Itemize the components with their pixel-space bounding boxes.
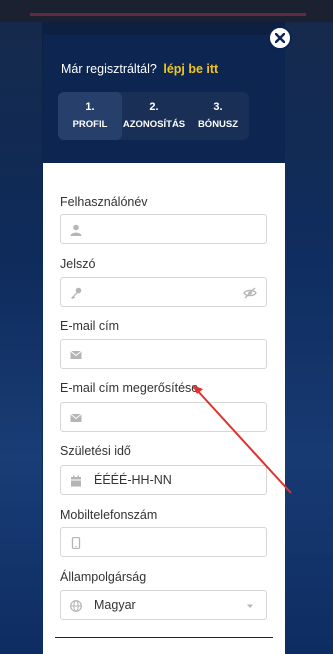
eye-slash-icon[interactable] (243, 286, 257, 299)
form-divider (55, 637, 273, 638)
login-prompt: Már regisztráltál? lépj be itt (61, 62, 218, 76)
birthdate-field[interactable]: ÉÉÉÉ-HH-NN (60, 465, 267, 495)
key-icon (70, 286, 82, 299)
username-field[interactable] (60, 214, 267, 244)
step-profile[interactable]: 1. PROFIL (58, 92, 122, 140)
email-label: E-mail cím (60, 319, 120, 333)
step-identification[interactable]: 2. AZONOSÍTÁS (122, 92, 186, 140)
login-prompt-text: Már regisztráltál? (61, 62, 157, 76)
citizenship-value: Magyar (94, 598, 136, 612)
step-label: AZONOSÍTÁS (122, 119, 186, 130)
backdrop-left-strip (0, 0, 42, 654)
registration-steps: 1. PROFIL 2. AZONOSÍTÁS 3. BÓNUSZ (58, 92, 249, 140)
email-field[interactable] (60, 339, 267, 369)
email-confirm-label: E-mail cím megerősítése (60, 381, 199, 395)
globe-icon (70, 599, 82, 612)
birthdate-label: Születési idő (60, 444, 131, 458)
step-label: PROFIL (72, 119, 108, 130)
step-number: 1. (85, 101, 95, 113)
backdrop-right-strip (285, 0, 333, 654)
email-confirm-field[interactable] (60, 402, 267, 432)
citizenship-select[interactable]: Magyar (60, 590, 267, 620)
password-label: Jelszó (60, 257, 96, 271)
envelope-icon (70, 411, 82, 423)
citizenship-label: Állampolgárság (60, 570, 147, 584)
step-bonus[interactable]: 3. BÓNUSZ (186, 92, 250, 140)
registration-modal: Már regisztráltál? lépj be itt 1. PROFIL… (43, 35, 285, 654)
close-button[interactable] (268, 26, 292, 50)
modal-header: Már regisztráltál? lépj be itt 1. PROFIL… (43, 35, 285, 163)
backdrop-top-bar (0, 0, 333, 22)
birthdate-value: ÉÉÉÉ-HH-NN (94, 473, 172, 487)
login-link[interactable]: lépj be itt (163, 62, 218, 76)
envelope-icon (70, 348, 82, 360)
mobile-field[interactable] (60, 527, 267, 557)
chevron-down-icon (243, 599, 257, 611)
mobile-icon (70, 536, 82, 550)
calendar-icon (70, 474, 82, 487)
username-label: Felhasználónév (60, 195, 148, 209)
password-field[interactable] (60, 277, 267, 307)
user-icon (70, 223, 82, 236)
step-number: 2. (149, 101, 159, 113)
step-label: BÓNUSZ (197, 119, 239, 130)
registration-form: Felhasználónév Jelszó E-mail cím E-mail … (43, 163, 285, 654)
mobile-label: Mobiltelefonszám (60, 508, 158, 522)
step-number: 3. (213, 101, 223, 113)
backdrop-accent-line (30, 13, 306, 16)
